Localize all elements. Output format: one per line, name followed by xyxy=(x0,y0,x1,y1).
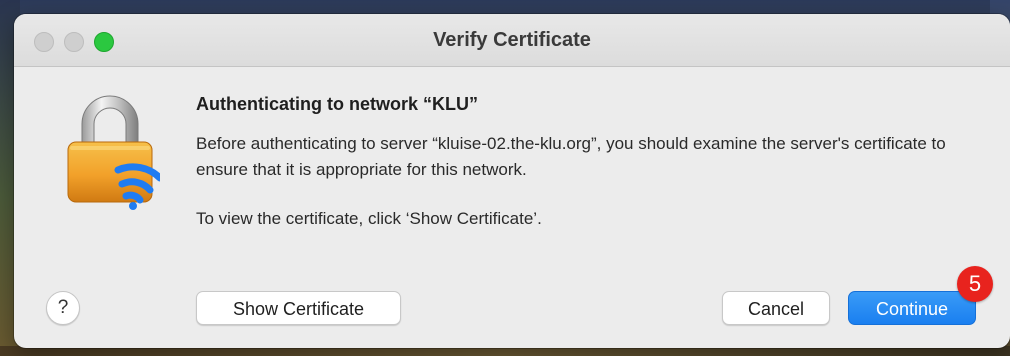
dialog-instruction: To view the certificate, click ‘Show Cer… xyxy=(196,209,542,228)
verify-certificate-dialog: Verify Certificate Authenticating to net… xyxy=(14,14,1010,348)
show-certificate-button[interactable]: Show Certificate xyxy=(196,291,401,325)
dialog-heading: Authenticating to network “KLU” xyxy=(196,94,478,114)
titlebar: Verify Certificate xyxy=(14,14,1010,67)
help-button[interactable]: ? xyxy=(46,291,80,325)
continue-button[interactable]: Continue xyxy=(848,291,976,325)
cancel-button[interactable]: Cancel xyxy=(722,291,830,325)
window-title: Verify Certificate xyxy=(433,29,591,51)
step-badge: 5 xyxy=(957,266,993,302)
dialog-message: Before authenticating to server “kluise-… xyxy=(196,134,946,179)
lock-wifi-icon xyxy=(67,95,160,210)
